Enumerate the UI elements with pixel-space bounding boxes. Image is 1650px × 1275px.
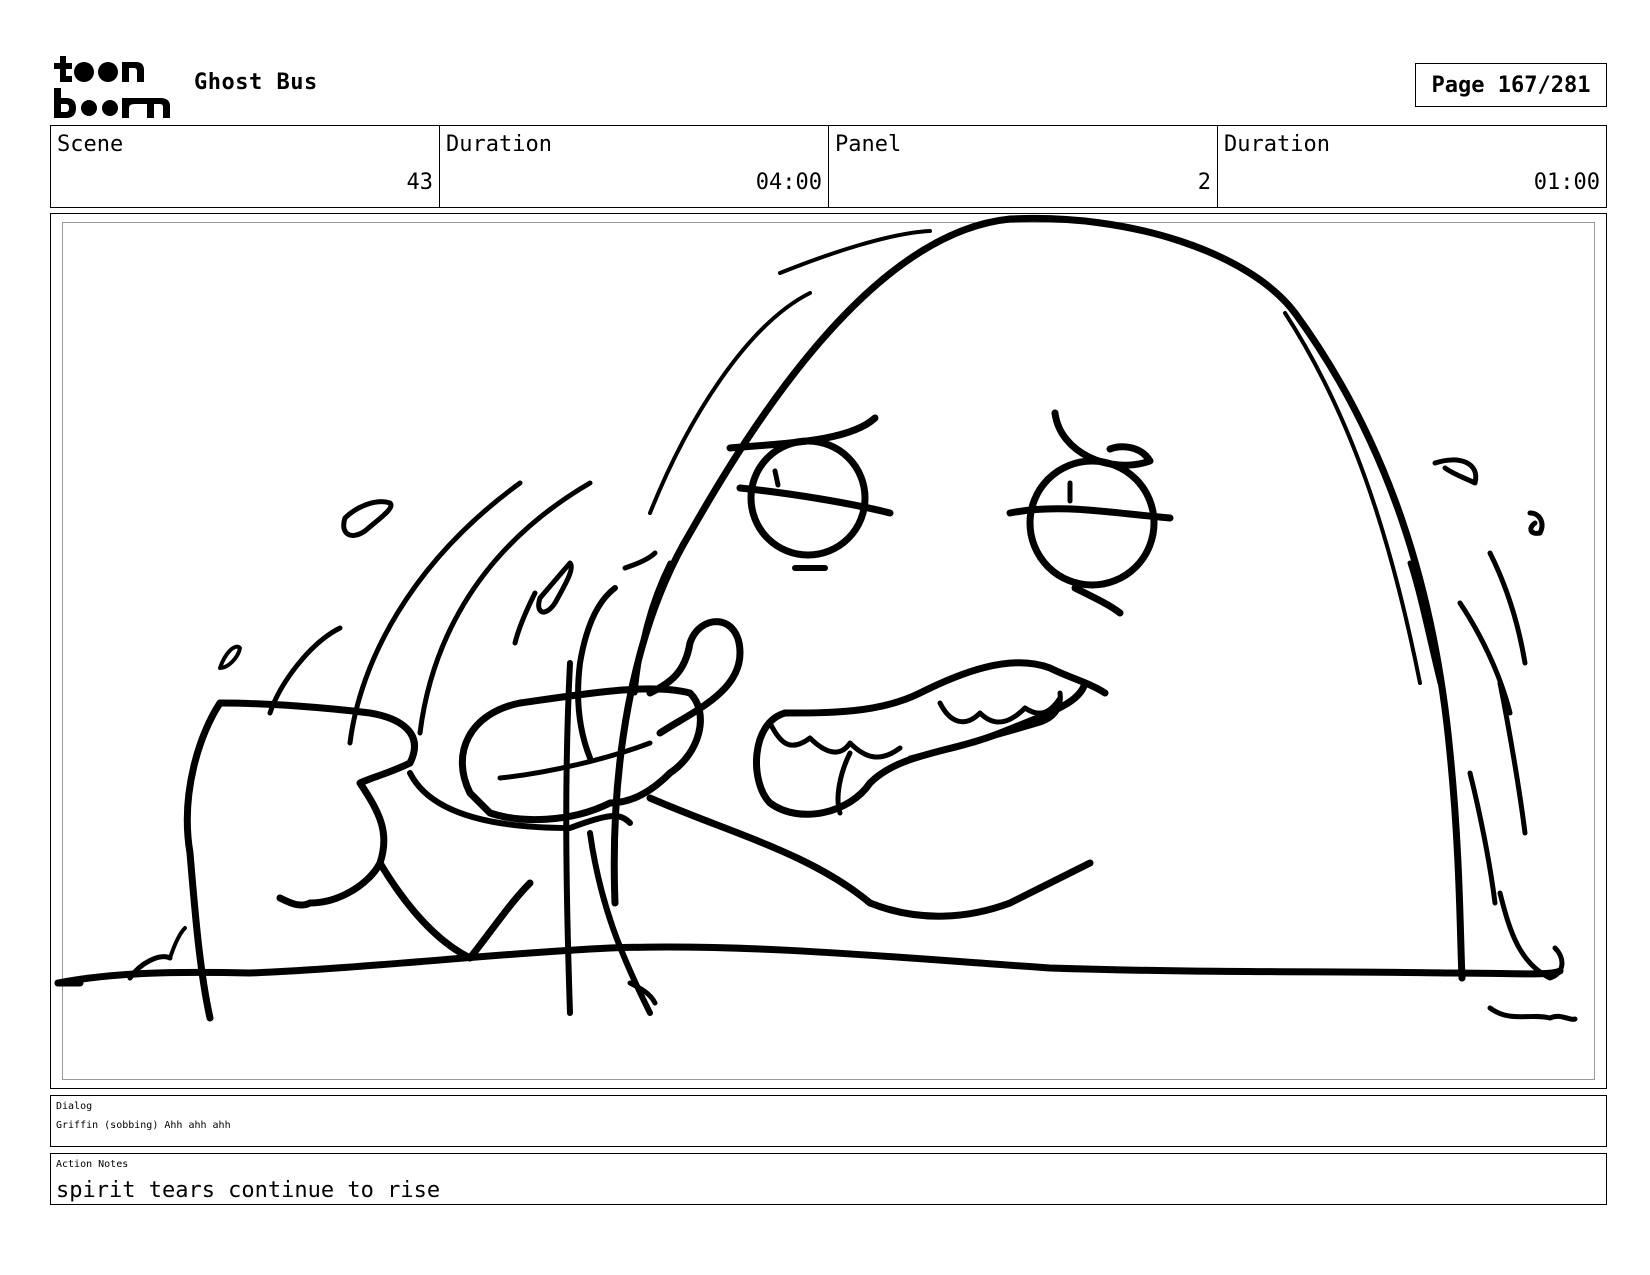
storyboard-sketch <box>54 214 1578 1022</box>
scene-label: Scene <box>57 132 124 157</box>
panel-duration-cell: Duration 01:00 <box>1218 126 1606 207</box>
action-notes-box: Action Notes spirit tears continue to ri… <box>50 1153 1607 1205</box>
project-title: Ghost Bus <box>194 70 318 95</box>
dialog-box: Dialog Griffin (sobbing) Ahh ahh ahh <box>50 1095 1607 1147</box>
panel-label: Panel <box>835 132 902 157</box>
page-indicator: Page 167/281 <box>1415 63 1607 107</box>
scene-cell: Scene 43 <box>51 126 440 207</box>
action-notes-text: spirit tears continue to rise <box>56 1178 441 1203</box>
panel-cell: Panel 2 <box>829 126 1218 207</box>
dialog-label: Dialog <box>56 1101 93 1112</box>
scene-duration-value: 04:00 <box>755 170 822 195</box>
dialog-text: Griffin (sobbing) Ahh ahh ahh <box>56 1120 231 1131</box>
panel-value: 2 <box>1197 170 1211 195</box>
panel-duration-value: 01:00 <box>1533 170 1600 195</box>
panel-duration-label: Duration <box>1224 132 1330 157</box>
scene-duration-cell: Duration 04:00 <box>440 126 829 207</box>
toon-boom-logo <box>54 56 170 118</box>
scene-value: 43 <box>406 170 434 195</box>
action-notes-label: Action Notes <box>56 1159 129 1170</box>
scene-info-row: Scene 43 Duration 04:00 Panel 2 Duration… <box>50 125 1607 208</box>
scene-duration-label: Duration <box>446 132 552 157</box>
